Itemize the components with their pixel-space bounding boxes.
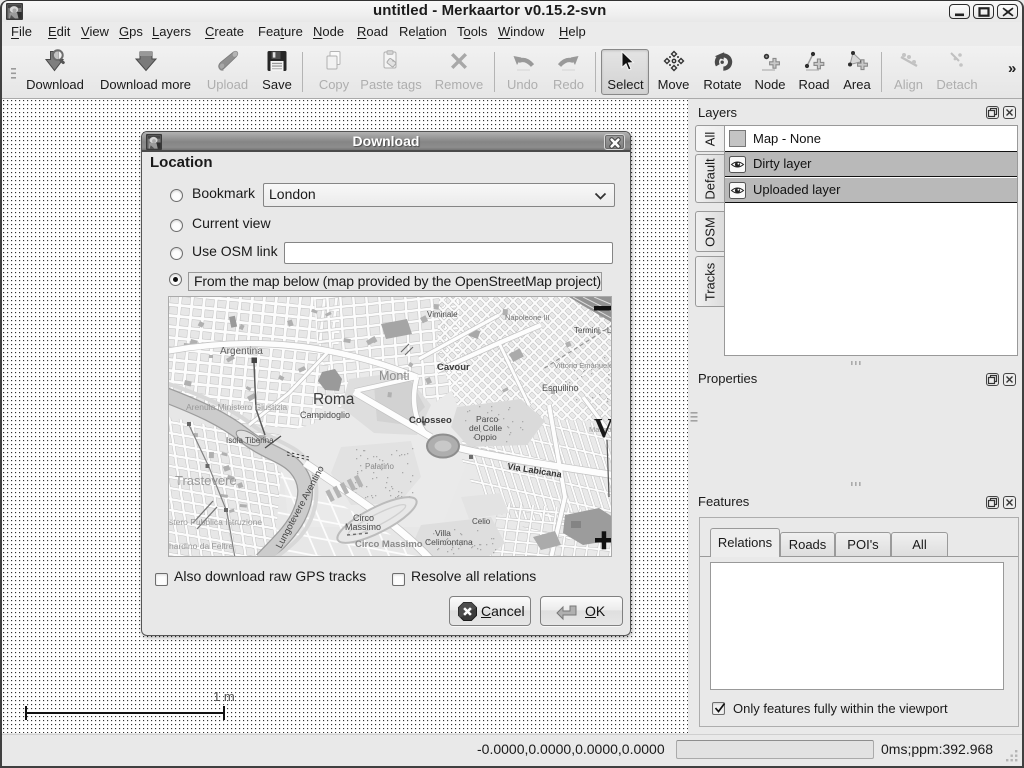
svg-text:Palatino: Palatino bbox=[365, 462, 394, 471]
svg-text:Massimo: Massimo bbox=[345, 522, 381, 532]
svg-text:Circo Massimo: Circo Massimo bbox=[355, 539, 423, 550]
svg-text:Roma: Roma bbox=[313, 391, 355, 408]
svg-text:Colosseo: Colosseo bbox=[409, 415, 452, 426]
svg-text:1 m: 1 m bbox=[213, 691, 235, 704]
svg-text:Napoleone III: Napoleone III bbox=[505, 313, 550, 322]
svg-text:Termini - La: Termini - La bbox=[574, 326, 612, 335]
svg-text:Cavour: Cavour bbox=[437, 362, 470, 373]
svg-text:Campidoglio: Campidoglio bbox=[300, 410, 350, 420]
svg-text:Isola Tiberina: Isola Tiberina bbox=[226, 436, 274, 445]
svg-text:Trastevere: Trastevere bbox=[175, 473, 237, 488]
svg-text:Viminale: Viminale bbox=[427, 310, 458, 319]
svg-text:Oppio: Oppio bbox=[474, 432, 497, 442]
svg-text:Arenula Ministero Giustizia: Arenula Ministero Giustizia bbox=[186, 402, 287, 412]
svg-text:Celimontana: Celimontana bbox=[425, 537, 473, 547]
svg-text:Celio: Celio bbox=[472, 517, 491, 526]
svg-text:stero Pubblica Istruzione: stero Pubblica Istruzione bbox=[169, 517, 262, 527]
svg-text:Monti: Monti bbox=[379, 369, 410, 383]
svg-text:hardino da Feltre: hardino da Feltre bbox=[169, 541, 234, 551]
svg-text:Vittorio Emanuele: Vittorio Emanuele bbox=[554, 361, 612, 370]
svg-text:V: V bbox=[594, 413, 612, 443]
svg-text:Esquilino: Esquilino bbox=[542, 383, 579, 393]
svg-text:Argentina: Argentina bbox=[220, 346, 263, 357]
